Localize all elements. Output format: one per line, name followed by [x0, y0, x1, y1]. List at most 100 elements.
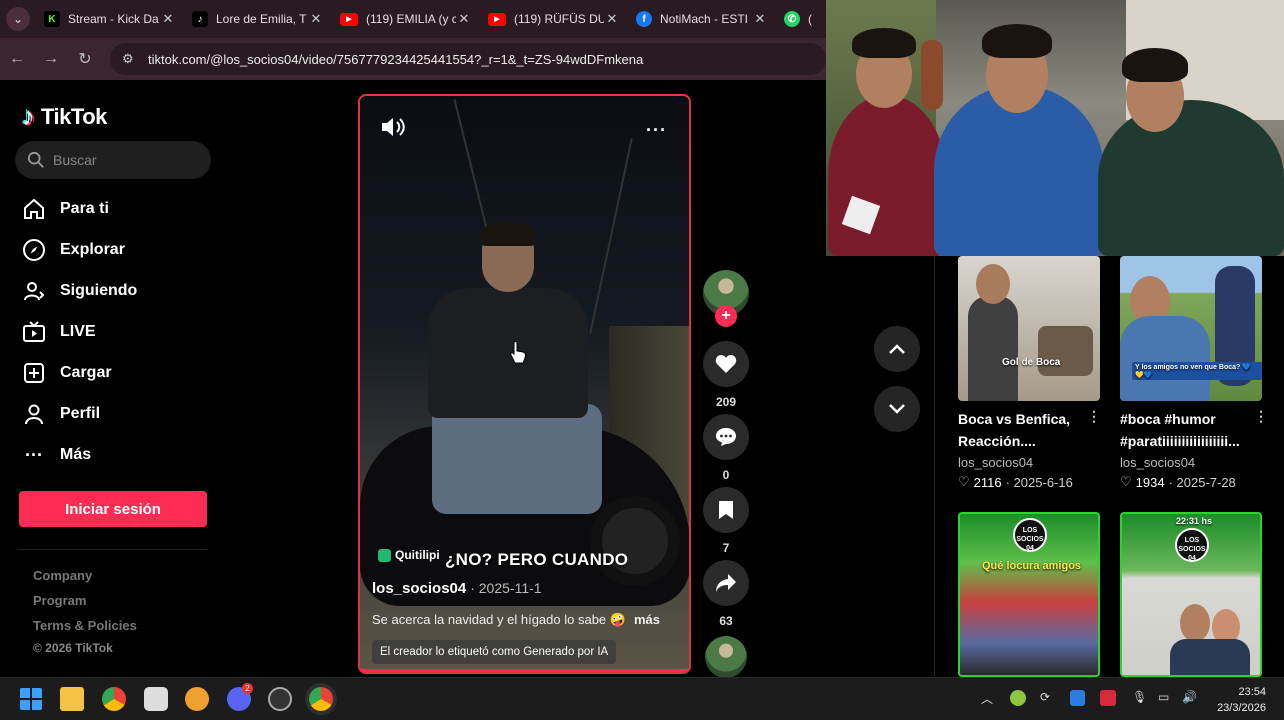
video-progress-bar[interactable] [360, 669, 689, 672]
post-date: · 2025-11-1 [470, 580, 542, 596]
comment-button[interactable] [703, 414, 749, 460]
browser-tab[interactable]: f NotiMach - ESTI ✕ [628, 0, 776, 38]
nav-mas[interactable]: ··· Más [22, 443, 91, 467]
browser-tab[interactable]: ✆ (46 [776, 0, 820, 38]
close-icon[interactable]: ✕ [752, 11, 768, 27]
network-icon[interactable]: ▭ [1158, 690, 1169, 704]
app-tray-icon[interactable] [1100, 690, 1116, 706]
login-button[interactable]: Iniciar sesión [19, 491, 207, 527]
thumb-figure [1120, 316, 1210, 401]
related-video-title[interactable]: Boca vs Benfica, Reacción.... [958, 408, 1070, 452]
sync-icon[interactable]: ⟳ [1040, 690, 1050, 704]
tab-title: Stream - Kick Da [68, 12, 159, 26]
related-video-title[interactable]: #boca #humor #paratiiiiiiiiiiiiiiiii... [1120, 408, 1240, 452]
search-input[interactable]: Buscar [15, 141, 211, 179]
nav-para-ti[interactable]: Para ti [22, 197, 109, 221]
close-icon[interactable]: ✕ [308, 11, 324, 27]
site-settings-icon[interactable]: ⚙ [122, 51, 140, 67]
footer-copyright: © 2026 TikTok [33, 641, 113, 655]
related-video-author[interactable]: los_socios04 [1120, 455, 1195, 470]
chevron-up-icon[interactable]: ︿ [981, 690, 993, 707]
following-icon [22, 279, 46, 303]
shield-icon[interactable] [1070, 690, 1085, 706]
author-name: los_socios04 [372, 580, 467, 597]
speaker-icon[interactable]: 🔊 [1182, 690, 1197, 704]
location-tag[interactable]: Quitilipi [378, 548, 440, 562]
browser-app-icon[interactable] [185, 687, 209, 711]
guitar [921, 40, 943, 110]
whatsapp-icon: ✆ [784, 11, 800, 27]
close-icon[interactable]: ✕ [604, 11, 620, 27]
video-options-icon[interactable]: ··· [646, 120, 667, 141]
nav-explorar[interactable]: Explorar [22, 238, 125, 262]
nav-perfil[interactable]: Perfil [22, 402, 100, 426]
previous-video-button[interactable] [874, 326, 920, 372]
like-button[interactable] [703, 341, 749, 387]
arrow-right-icon: → [43, 50, 59, 67]
address-bar[interactable]: ⚙ tiktok.com/@los_socios04/video/7567779… [110, 43, 826, 75]
chrome-icon[interactable] [102, 687, 126, 711]
browser-tab[interactable]: ▶ (119) RÜFÜS DU ✕ [480, 0, 628, 38]
youtube-icon: ▶ [340, 12, 358, 26]
related-video-thumbnail[interactable]: Y los amigos no ven que Boca? 💙💛💙 [1120, 256, 1262, 401]
back-button[interactable]: ← [0, 50, 34, 68]
more-options-icon[interactable]: ⋮ [1087, 408, 1101, 425]
nav-live[interactable]: LIVE [22, 320, 96, 344]
clock-date: 23/3/2026 [1217, 702, 1266, 714]
nav-cargar[interactable]: Cargar [22, 361, 112, 385]
follow-plus-icon[interactable]: + [715, 305, 737, 327]
close-icon[interactable]: ✕ [160, 11, 176, 27]
close-icon[interactable]: ✕ [456, 11, 472, 27]
browser-tab[interactable]: ▶ (119) EMILIA (y c ✕ [332, 0, 480, 38]
footer-terms-link[interactable]: Terms & Policies [33, 618, 137, 633]
save-button[interactable] [703, 487, 749, 533]
nav-siguiendo[interactable]: Siguiendo [22, 279, 137, 303]
person-jacket [428, 288, 588, 418]
footer-program-link[interactable]: Program [33, 593, 86, 608]
obs-icon[interactable] [268, 687, 292, 711]
save-count: 7 [722, 541, 730, 555]
browser-tab[interactable]: K Stream - Kick Da ✕ [36, 0, 184, 38]
music-disc-avatar[interactable] [705, 636, 747, 678]
description-text: Se acerca la navidad y el hígado lo sabe… [372, 612, 626, 627]
more-link[interactable]: más [634, 612, 660, 627]
video-player[interactable]: ··· Quitilipi ¿NO? PERO CUANDO los_socio… [358, 94, 691, 674]
related-video-thumbnail[interactable]: 22:31 hs LOS SOCIOS 04 [1120, 512, 1262, 677]
tiktok-icon: ♪ [192, 11, 208, 27]
related-video-author[interactable]: los_socios04 [958, 455, 1033, 470]
save-action[interactable]: 7 [703, 487, 749, 555]
chevron-down-icon [889, 404, 905, 414]
tab-title: (119) RÜFÜS DU [514, 12, 604, 26]
related-video-thumbnail[interactable]: LOS SOCIOS 04 Qué locura amigos [958, 512, 1100, 677]
app-tray-icon[interactable] [1010, 690, 1026, 706]
thumb-face [976, 264, 1010, 304]
file-explorer-icon[interactable] [60, 687, 84, 711]
related-video-thumbnail[interactable]: Gol de Boca [958, 256, 1100, 401]
notepad-icon[interactable] [144, 687, 168, 711]
facebook-icon: f [636, 11, 652, 27]
thumb-face [1180, 604, 1210, 642]
volume-icon[interactable] [380, 116, 406, 138]
person-legs [432, 404, 602, 514]
microphone-icon[interactable]: 🎙 [1132, 690, 1147, 704]
comment-action[interactable]: 0 [703, 414, 749, 482]
forward-button[interactable]: → [34, 50, 68, 68]
windows-start-icon[interactable] [19, 687, 43, 711]
tiktok-logo[interactable]: ♪ TikTok [22, 101, 107, 132]
share-action[interactable]: 63 [703, 560, 749, 628]
share-button[interactable] [703, 560, 749, 606]
chrome-active-icon[interactable] [309, 687, 333, 711]
footer-company-link[interactable]: Company [33, 568, 92, 583]
next-video-button[interactable] [874, 386, 920, 432]
tab-search-button[interactable]: ⌄ [0, 0, 36, 38]
reload-button[interactable]: ↻ [68, 49, 102, 69]
chevron-up-icon [889, 344, 905, 354]
browser-tab[interactable]: ♪ Lore de Emilia, T ✕ [184, 0, 332, 38]
more-options-icon[interactable]: ⋮ [1254, 408, 1268, 425]
nav-label: Más [60, 446, 92, 463]
title-line: Reacción.... [958, 433, 1036, 449]
system-clock[interactable]: 23:54 23/3/2026 [1217, 684, 1266, 716]
like-action[interactable]: 209 [703, 341, 749, 409]
heart-outline-icon: ♡ [958, 474, 970, 489]
video-author[interactable]: los_socios04 · 2025-11-1 [372, 580, 542, 597]
